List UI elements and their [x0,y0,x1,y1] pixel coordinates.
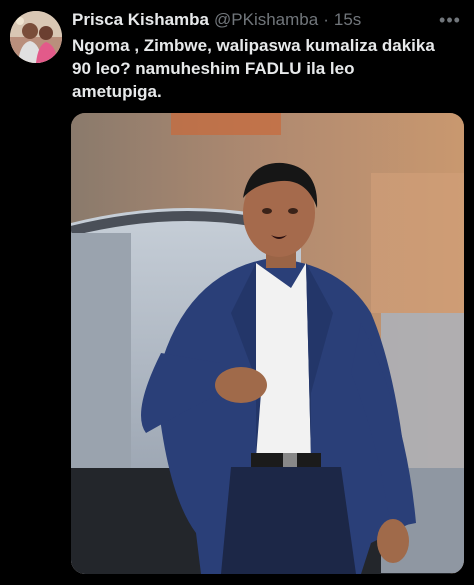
more-horizontal-icon[interactable]: ••• [438,10,462,30]
more-label: ••• [439,9,461,30]
avatar-image [10,11,62,63]
tweet-card[interactable]: Prisca Kishamba @PKishamba · 15s ••• Ngo… [0,0,474,585]
user-avatar[interactable] [10,11,62,63]
user-handle[interactable]: @PKishamba [214,10,318,30]
tweet-text: Ngoma , Zimbwe, walipaswa kumaliza dakik… [72,36,435,101]
separator: · [323,10,329,29]
display-name[interactable]: Prisca Kishamba [72,10,209,30]
timestamp[interactable]: 15s [334,10,361,30]
tweet-header: Prisca Kishamba @PKishamba · 15s [72,9,434,31]
tweet-photo[interactable] [71,113,464,574]
photo-coach-image [71,113,464,574]
